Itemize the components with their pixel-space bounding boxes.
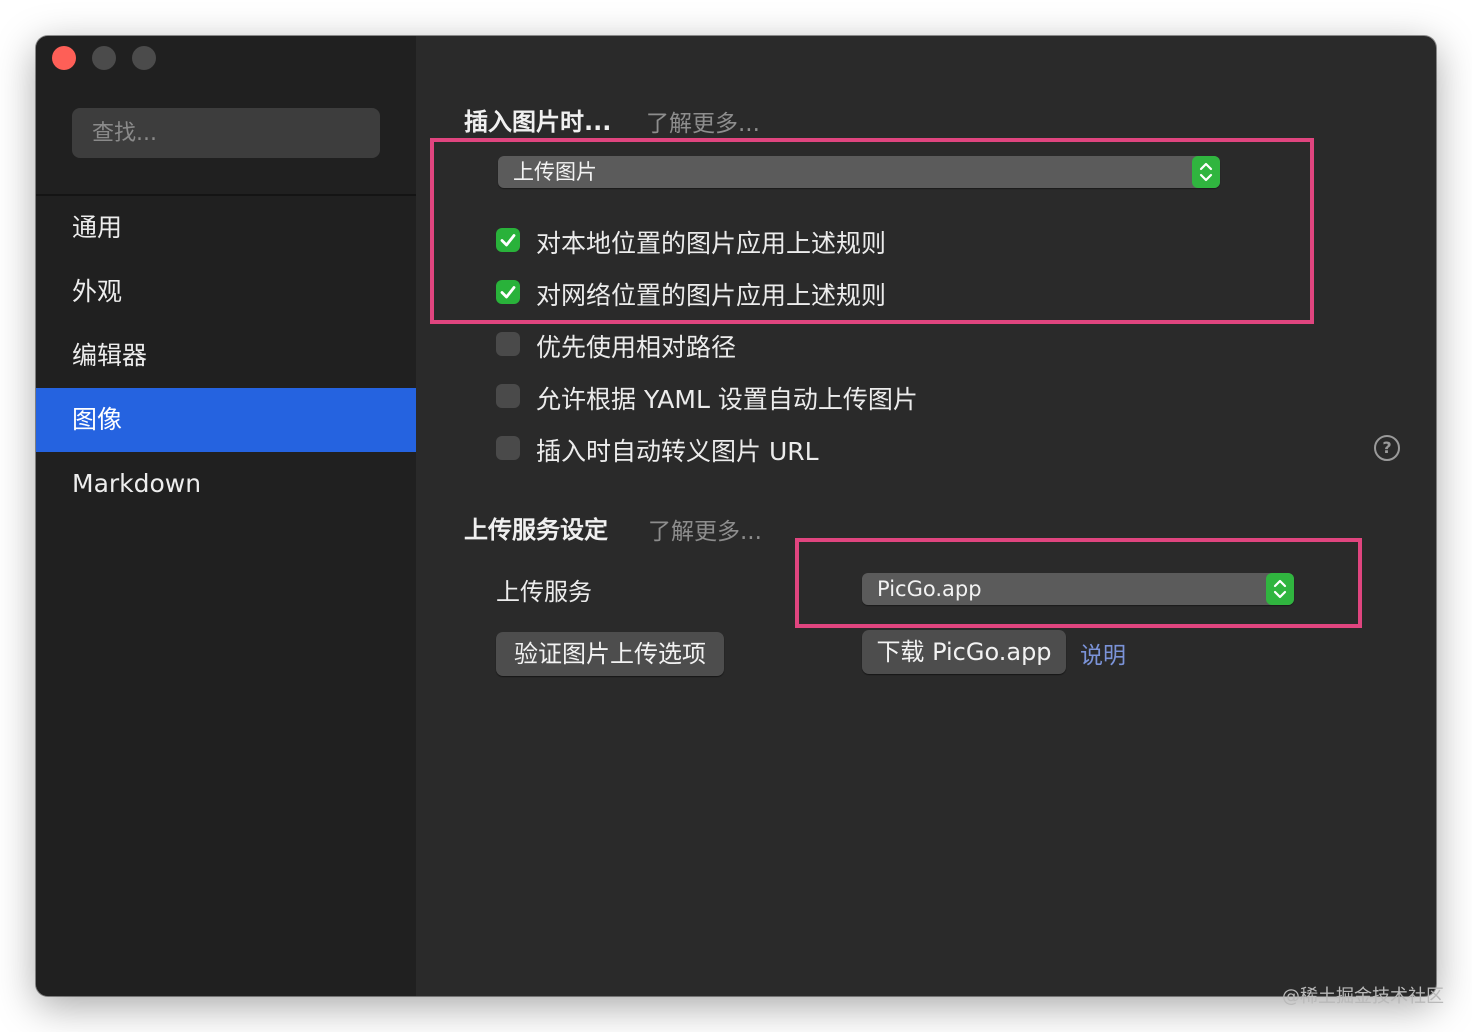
yaml-auto-upload-checkbox[interactable] [496, 384, 520, 408]
sidebar: 通用 外观 编辑器 图像 Markdown [36, 36, 416, 996]
sidebar-item-appearance[interactable]: 外观 [36, 260, 416, 324]
highlight-box-upload-service [795, 538, 1362, 628]
upload-service-learn-more-link[interactable]: 了解更多... [648, 512, 762, 546]
download-picgo-button[interactable]: 下载 PicGo.app [862, 630, 1066, 674]
insert-images-title: 插入图片时... [464, 108, 612, 136]
sidebar-item-general[interactable]: 通用 [36, 196, 416, 260]
minimize-window-button[interactable] [92, 46, 116, 70]
upload-service-title: 上传服务设定 [464, 516, 608, 544]
preferences-window: 通用 外观 编辑器 图像 Markdown 插入图片时... 了解更多... 上… [36, 36, 1436, 996]
search-input[interactable] [72, 108, 380, 158]
insert-images-learn-more-link[interactable]: 了解更多... [646, 104, 760, 138]
prefer-relative-path-checkbox[interactable] [496, 332, 520, 356]
sidebar-item-editor[interactable]: 编辑器 [36, 324, 416, 388]
help-icon[interactable]: ? [1374, 435, 1400, 461]
upload-service-label: 上传服务 [496, 578, 592, 606]
watermark: @稀土掘金技术社区 [1282, 986, 1444, 1007]
yaml-auto-upload-label: 允许根据 YAML 设置自动上传图片 [536, 385, 918, 414]
highlight-box-insert-options [430, 138, 1314, 324]
sidebar-item-image[interactable]: 图像 [36, 388, 416, 452]
escape-image-url-checkbox[interactable] [496, 436, 520, 460]
prefer-relative-path-label: 优先使用相对路径 [536, 333, 737, 362]
zoom-window-button[interactable] [132, 46, 156, 70]
main-panel: 插入图片时... 了解更多... 上传图片 对本地位置的图片应用上述规则 对网络… [416, 36, 1436, 996]
sidebar-item-markdown[interactable]: Markdown [36, 452, 416, 516]
verify-upload-button[interactable]: 验证图片上传选项 [496, 632, 724, 676]
instructions-link[interactable]: 说明 [1080, 636, 1126, 670]
escape-image-url-label: 插入时自动转义图片 URL [536, 437, 819, 466]
close-window-button[interactable] [52, 46, 76, 70]
